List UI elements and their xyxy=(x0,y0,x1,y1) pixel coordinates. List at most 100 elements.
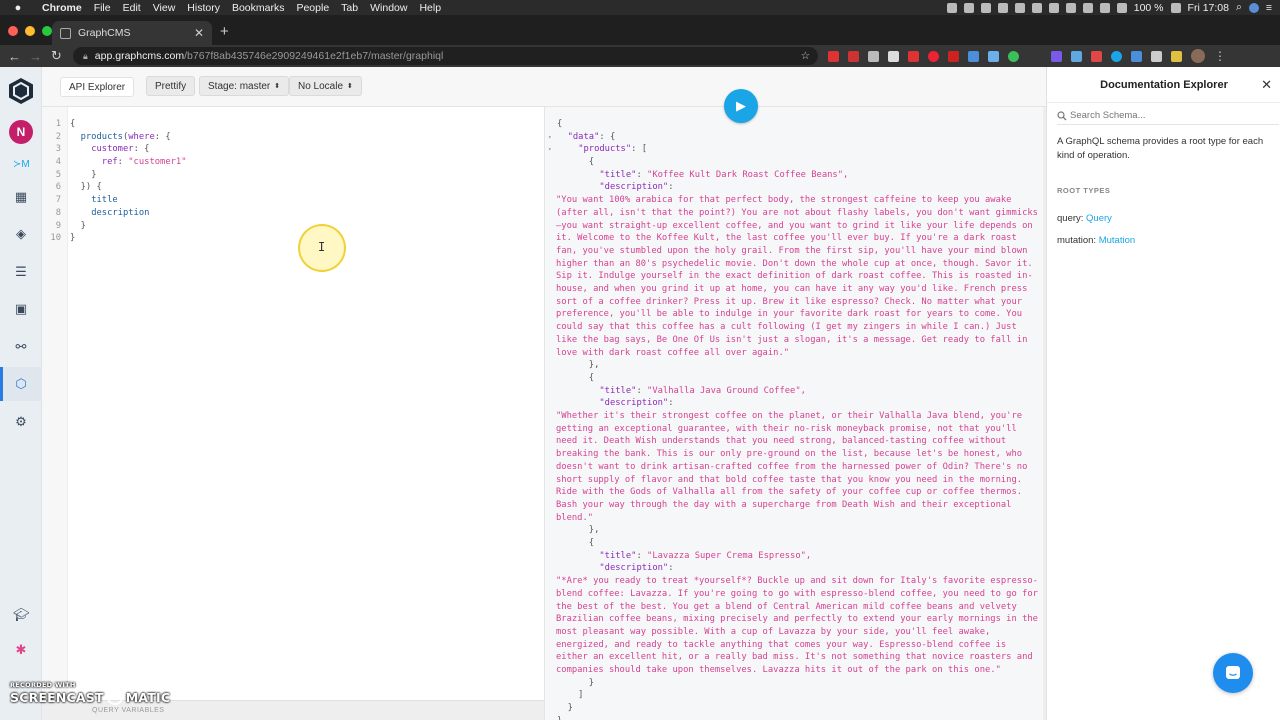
status-icon[interactable] xyxy=(1014,2,1025,13)
content-list-icon[interactable]: ☰ xyxy=(13,264,29,280)
extension-icon[interactable] xyxy=(1111,50,1122,62)
assets-icon[interactable]: ▣ xyxy=(13,301,29,317)
graduation-cap-icon[interactable]: 🎓︎ xyxy=(13,607,30,623)
result-token: : [ xyxy=(631,144,648,155)
graphcms-logo-icon[interactable] xyxy=(6,76,36,106)
extension-icon[interactable] xyxy=(1071,50,1082,62)
status-icon[interactable] xyxy=(1048,2,1059,13)
back-icon[interactable]: ← xyxy=(4,49,25,64)
menu-bookmarks[interactable]: Bookmarks xyxy=(226,2,291,14)
extension-icon[interactable] xyxy=(968,50,979,62)
locale-select[interactable]: No Locale ⬍ xyxy=(289,76,362,96)
extension-icon[interactable] xyxy=(888,50,899,62)
close-tab-icon[interactable]: ✕ xyxy=(194,26,204,40)
mutation-type-link[interactable]: Mutation xyxy=(1099,235,1135,246)
schema-search-input[interactable] xyxy=(1070,110,1260,121)
clock[interactable]: Fri 17:08 xyxy=(1188,2,1229,14)
new-tab-icon[interactable]: + xyxy=(220,23,229,40)
settings-gear-icon[interactable]: ⚙ xyxy=(13,414,29,430)
code-token: } xyxy=(91,169,97,180)
status-icon[interactable] xyxy=(1065,2,1076,13)
extension-icon[interactable] xyxy=(1171,50,1182,62)
extension-icon[interactable] xyxy=(988,50,999,62)
status-icon[interactable] xyxy=(980,2,991,13)
notification-center-icon[interactable]: ≡ xyxy=(1266,2,1272,14)
line-number: 3 xyxy=(55,144,61,155)
code-token: : { xyxy=(133,144,150,155)
product-description: "You want 100% arabica for that perfect … xyxy=(556,195,1038,358)
api-explorer-button[interactable]: API Explorer xyxy=(60,77,135,97)
dashboard-icon[interactable]: ▦ xyxy=(13,189,29,205)
spotlight-icon[interactable]: ⌕ xyxy=(1236,1,1242,14)
status-icon[interactable] xyxy=(1082,2,1093,13)
minimize-window-icon[interactable] xyxy=(25,26,35,36)
extension-icon[interactable] xyxy=(1008,50,1019,62)
lock-icon[interactable]: 🔒︎ xyxy=(83,51,88,62)
result-pane[interactable]: {▾ "data": {▾ "products": [ { "title": "… xyxy=(544,107,1046,720)
extension-icon[interactable] xyxy=(848,50,859,62)
schema-search[interactable] xyxy=(1057,107,1279,125)
extension-icon[interactable] xyxy=(908,50,919,62)
chrome-menu-icon[interactable]: ⋮ xyxy=(1214,49,1226,63)
execute-query-button[interactable]: ▶ xyxy=(724,89,758,123)
siri-icon[interactable] xyxy=(1248,2,1259,13)
adblock-extension-icon[interactable] xyxy=(948,50,959,62)
project-switch-icon[interactable]: ≻M xyxy=(13,157,30,173)
support-chat-button[interactable] xyxy=(1213,653,1253,693)
status-icon[interactable] xyxy=(1031,2,1042,13)
slack-icon[interactable]: ✱ xyxy=(13,642,29,658)
menu-people[interactable]: People xyxy=(290,2,335,14)
extension-icon[interactable] xyxy=(1051,50,1062,62)
schema-layers-icon[interactable]: ◈ xyxy=(13,226,29,242)
result-line: } xyxy=(548,715,1043,720)
address-bar[interactable]: 🔒︎ app.graphcms.com /b767f8ab435746e2909… xyxy=(73,47,818,65)
extension-icon[interactable] xyxy=(1151,50,1162,62)
query-editor[interactable]: 1{2 products(where: {3 customer: {4 ref:… xyxy=(42,107,544,700)
status-icon[interactable] xyxy=(963,2,974,13)
menu-window[interactable]: Window xyxy=(364,2,413,14)
gmail-extension-icon[interactable] xyxy=(828,50,839,62)
prettify-button[interactable]: Prettify xyxy=(146,76,196,96)
menu-file[interactable]: File xyxy=(88,2,117,14)
volume-icon[interactable] xyxy=(1116,2,1127,13)
menu-history[interactable]: History xyxy=(181,2,226,14)
menu-app-name[interactable]: Chrome xyxy=(36,2,88,14)
code-token: } xyxy=(80,220,86,231)
result-token xyxy=(557,170,599,180)
status-icon[interactable] xyxy=(997,2,1008,13)
result-line: { xyxy=(548,372,1043,385)
profile-avatar[interactable] xyxy=(1191,49,1205,63)
api-playground-icon[interactable]: ⬡ xyxy=(13,376,29,392)
query-type-link[interactable]: Query xyxy=(1086,213,1112,224)
status-icon[interactable] xyxy=(946,2,957,13)
battery-icon[interactable] xyxy=(1170,2,1181,13)
menu-view[interactable]: View xyxy=(147,2,182,14)
close-icon[interactable]: ✕ xyxy=(1261,77,1272,93)
result-token: { xyxy=(557,157,595,168)
browser-tab[interactable]: GraphCMS ✕ xyxy=(52,21,212,45)
wifi-icon[interactable] xyxy=(1099,2,1110,13)
bookmark-star-icon[interactable]: ☆ xyxy=(801,50,818,62)
query-code[interactable]: 1{2 products(where: {3 customer: {4 ref:… xyxy=(42,118,186,245)
extension-icon[interactable] xyxy=(928,50,939,62)
zoom-window-icon[interactable] xyxy=(42,26,52,36)
result-token: } xyxy=(557,716,562,720)
project-avatar[interactable]: N xyxy=(9,120,33,144)
battery-percent[interactable]: 100 % xyxy=(1134,2,1164,14)
forward-icon[interactable]: → xyxy=(25,49,46,64)
extension-icon[interactable] xyxy=(1091,50,1102,62)
apple-icon[interactable]: ● xyxy=(0,2,36,14)
product-description: "*Are* you ready to treat *yourself*? Bu… xyxy=(556,576,1038,676)
menu-edit[interactable]: Edit xyxy=(117,2,147,14)
close-window-icon[interactable] xyxy=(8,26,18,36)
webhooks-icon[interactable]: ⚯ xyxy=(13,339,29,355)
extension-icon[interactable] xyxy=(1131,50,1142,62)
menu-tab[interactable]: Tab xyxy=(335,2,364,14)
extension-icon[interactable] xyxy=(868,50,879,62)
result-line: } xyxy=(548,677,1043,690)
menu-help[interactable]: Help xyxy=(413,2,447,14)
reload-icon[interactable]: ↻ xyxy=(46,48,67,64)
stage-select[interactable]: Stage: master ⬍ xyxy=(199,76,290,96)
browser-toolbar: ← → ↻ 🔒︎ app.graphcms.com /b767f8ab43574… xyxy=(0,45,1280,67)
